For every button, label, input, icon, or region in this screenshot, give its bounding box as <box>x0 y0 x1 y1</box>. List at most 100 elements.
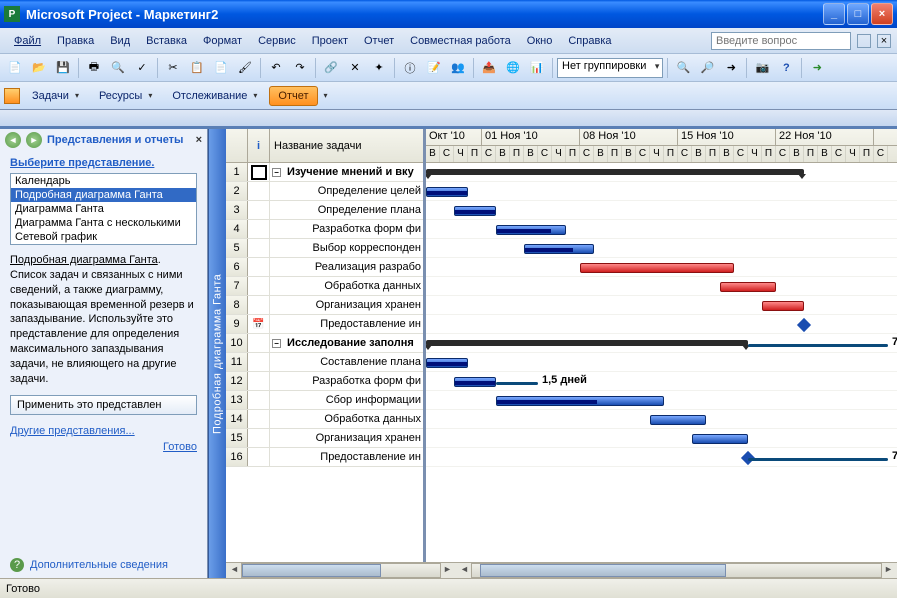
other-views-link[interactable]: Другие представления... <box>10 425 197 437</box>
viewbar-tracking[interactable]: Отслеживание▾ <box>164 87 265 105</box>
slack-bar[interactable] <box>748 458 888 461</box>
slack-bar[interactable] <box>496 382 538 385</box>
task-bar[interactable] <box>454 206 496 216</box>
arrow-icon[interactable]: ➜ <box>806 57 828 79</box>
publish-icon[interactable]: 📤 <box>478 57 500 79</box>
assign-icon[interactable]: 👥 <box>447 57 469 79</box>
gantt-row[interactable] <box>426 163 897 182</box>
help-icon[interactable]: ? <box>775 57 797 79</box>
split-icon[interactable]: ✦ <box>368 57 390 79</box>
menu-view[interactable]: Вид <box>102 32 138 50</box>
menu-report[interactable]: Отчет <box>356 32 402 50</box>
grouping-combo[interactable]: Нет группировки <box>557 58 663 78</box>
more-info-link[interactable]: Дополнительные сведения <box>30 559 168 571</box>
viewbar-resources[interactable]: Ресурсы▾ <box>91 87 160 105</box>
cut-icon[interactable]: ✂ <box>162 57 184 79</box>
note-icon[interactable]: 📝 <box>423 57 445 79</box>
view-item-calendar[interactable]: Календарь <box>11 174 196 188</box>
table-row[interactable]: 13Сбор информации <box>226 391 423 410</box>
format-paint-icon[interactable]: 🖌 <box>234 57 256 79</box>
table-row[interactable]: 6Реализация разрабо <box>226 258 423 277</box>
gantt-row[interactable]: 1,5 дней <box>426 372 897 391</box>
menu-collab[interactable]: Совместная работа <box>402 32 519 50</box>
menu-format[interactable]: Формат <box>195 32 250 50</box>
menu-file[interactable]: Файл <box>6 32 49 50</box>
summary-bar[interactable] <box>426 340 748 346</box>
task-bar[interactable] <box>720 282 776 292</box>
menu-insert[interactable]: Вставка <box>138 32 195 50</box>
link-icon[interactable]: 🔗 <box>320 57 342 79</box>
task-name-header[interactable]: Название задачи <box>270 129 423 162</box>
table-row[interactable]: 4Разработка форм фи <box>226 220 423 239</box>
apply-view-button[interactable]: Применить это представлен <box>10 395 197 415</box>
nav-back-icon[interactable]: ◄ <box>5 132 21 148</box>
zoom-out-icon[interactable]: 🔎 <box>696 57 718 79</box>
paste-icon[interactable]: 📄 <box>210 57 232 79</box>
redo-icon[interactable]: ↷ <box>289 57 311 79</box>
gantt-row[interactable] <box>426 201 897 220</box>
gantt-row[interactable]: 7 дней <box>426 334 897 353</box>
menu-project[interactable]: Проект <box>304 32 356 50</box>
task-bar[interactable] <box>762 301 804 311</box>
table-row[interactable]: 3Определение плана <box>226 201 423 220</box>
table-row[interactable]: 2Определение целей <box>226 182 423 201</box>
view-item-gantt[interactable]: Диаграмма Ганта <box>11 202 196 216</box>
nav-fwd-icon[interactable]: ► <box>26 132 42 148</box>
unlink-icon[interactable]: ✕ <box>344 57 366 79</box>
new-icon[interactable]: 📄 <box>4 57 26 79</box>
gantt-row[interactable] <box>426 429 897 448</box>
help-search-input[interactable] <box>711 32 851 50</box>
guide-icon[interactable] <box>4 88 20 104</box>
copy-icon[interactable]: 📋 <box>186 57 208 79</box>
table-row[interactable]: 1− Изучение мнений и вку <box>226 163 423 182</box>
table-row[interactable]: 16Предоставление ин <box>226 448 423 467</box>
view-item-detail-gantt[interactable]: Подробная диаграмма Ганта <box>11 188 196 202</box>
gantt-row[interactable] <box>426 239 897 258</box>
gantt-row[interactable] <box>426 277 897 296</box>
print-icon[interactable]: 🖶 <box>83 57 105 79</box>
menu-service[interactable]: Сервис <box>250 32 304 50</box>
table-row[interactable]: 7Обработка данных <box>226 277 423 296</box>
undo-icon[interactable]: ↶ <box>265 57 287 79</box>
table-row[interactable]: 12Разработка форм фи <box>226 372 423 391</box>
view-item-network[interactable]: Сетевой график <box>11 230 196 244</box>
table-row[interactable]: 5Выбор корреспонден <box>226 239 423 258</box>
collab-icon[interactable]: 🌐 <box>502 57 524 79</box>
milestone-bar[interactable] <box>797 318 811 332</box>
mdi-restore-button[interactable] <box>857 34 871 48</box>
table-row[interactable]: 11Составление плана <box>226 353 423 372</box>
task-bar[interactable] <box>692 434 748 444</box>
timescale[interactable]: Окт '1001 Ноя '1008 Ноя '1015 Ноя '1022 … <box>426 129 897 163</box>
mdi-close-button[interactable]: × <box>877 34 891 48</box>
gantt-row[interactable] <box>426 315 897 334</box>
view-item-multi-gantt[interactable]: Диаграмма Ганта с несколькими <box>11 216 196 230</box>
viewbar-report[interactable]: Отчет <box>269 86 317 106</box>
gantt-row[interactable] <box>426 410 897 429</box>
slack-bar[interactable] <box>748 344 888 347</box>
open-icon[interactable]: 📂 <box>28 57 50 79</box>
copy-pic-icon[interactable]: 📷 <box>751 57 773 79</box>
chart-icon[interactable]: 📊 <box>526 57 548 79</box>
table-row[interactable]: 10− Исследование заполня <box>226 334 423 353</box>
task-bar[interactable] <box>496 396 664 406</box>
zoom-in-icon[interactable]: 🔍 <box>672 57 694 79</box>
close-button[interactable]: × <box>871 3 893 25</box>
table-row[interactable]: 14Обработка данных <box>226 410 423 429</box>
viewbar-tasks[interactable]: Задачи▾ <box>24 87 87 105</box>
maximize-button[interactable]: □ <box>847 3 869 25</box>
task-bar[interactable] <box>426 187 468 197</box>
info-icon[interactable]: ⓘ <box>399 57 421 79</box>
gantt-row[interactable] <box>426 391 897 410</box>
save-icon[interactable]: 💾 <box>52 57 74 79</box>
gantt-row[interactable] <box>426 258 897 277</box>
table-row[interactable]: 8Организация хранен <box>226 296 423 315</box>
task-bar[interactable] <box>426 358 468 368</box>
summary-bar[interactable] <box>426 169 804 175</box>
gantt-row[interactable] <box>426 353 897 372</box>
menu-help[interactable]: Справка <box>560 32 619 50</box>
goto-icon[interactable]: ➜ <box>720 57 742 79</box>
gantt-chart[interactable]: Окт '1001 Ноя '1008 Ноя '1015 Ноя '1022 … <box>426 129 897 562</box>
help-small-icon[interactable]: ? <box>10 558 24 572</box>
view-list[interactable]: Календарь Подробная диаграмма Ганта Диаг… <box>10 173 197 245</box>
preview-icon[interactable]: 🔍 <box>107 57 129 79</box>
